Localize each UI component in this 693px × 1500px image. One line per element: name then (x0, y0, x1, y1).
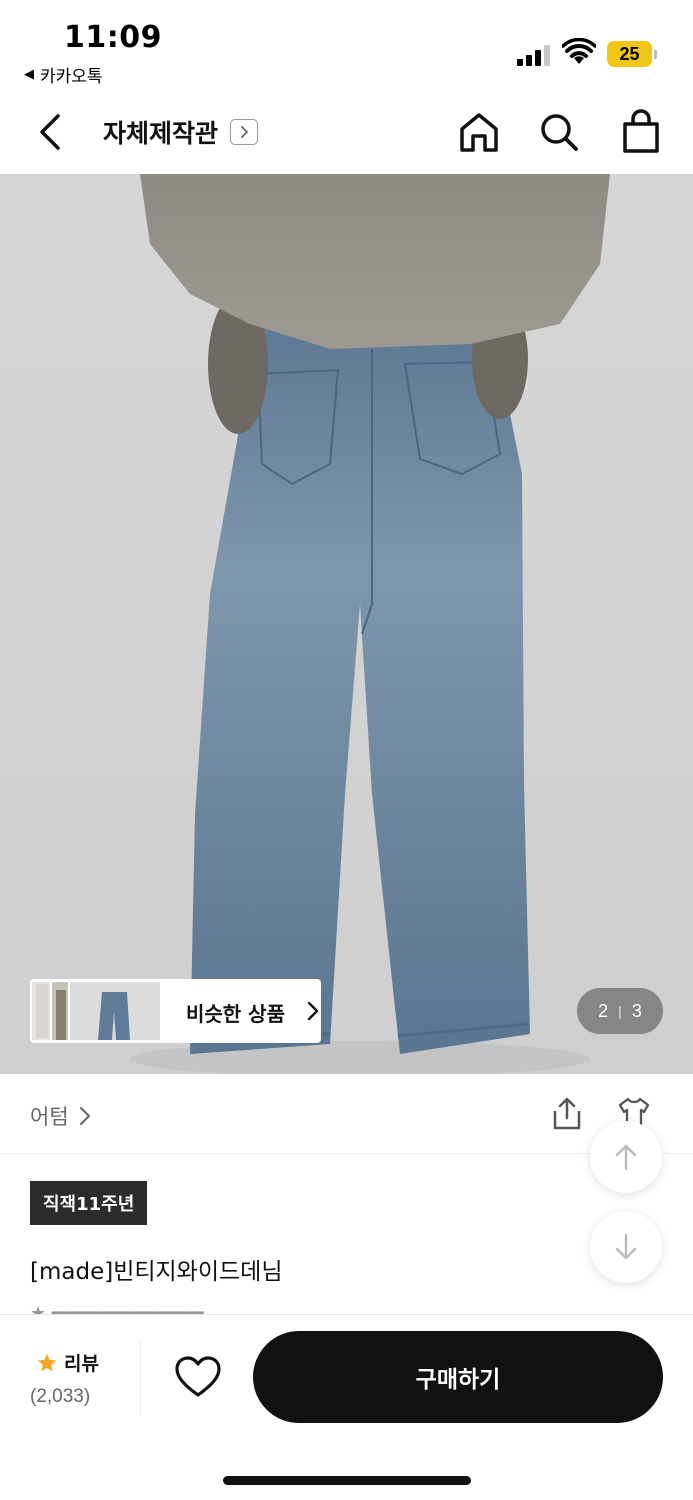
brand-link[interactable]: 어텀 (30, 1101, 91, 1131)
bottom-action-bar: 리뷰 (2,033) 구매하기 (0, 1314, 693, 1500)
anniversary-badge: 직잭11주년 (30, 1181, 148, 1225)
similar-products-label: 비슷한 상품 (186, 1002, 285, 1026)
wifi-icon (562, 38, 596, 64)
brand-row: 어텀 (0, 1074, 693, 1154)
divider (140, 1341, 141, 1415)
page-separator: | (618, 1003, 622, 1019)
similar-products-button[interactable]: 비슷한 상품 (30, 979, 321, 1043)
arrow-up-icon (615, 1144, 637, 1171)
image-page-counter: 2 | 3 (577, 988, 663, 1034)
search-icon[interactable] (538, 110, 580, 154)
home-icon[interactable] (458, 110, 500, 154)
top-nav-bar: 자체제작관 (0, 92, 693, 174)
status-time: 11:09 (64, 20, 162, 55)
back-to-app-link[interactable]: ◀ 카카오톡 (24, 62, 103, 87)
back-triangle-icon: ◀ (24, 67, 34, 82)
scroll-to-bottom-button[interactable] (590, 1211, 662, 1283)
brand-name: 어텀 (30, 1105, 69, 1129)
share-icon[interactable] (549, 1096, 585, 1132)
similar-products-thumbnails (32, 982, 160, 1040)
product-image[interactable]: 비슷한 상품 2 | 3 (0, 174, 693, 1074)
arrow-down-icon (615, 1233, 637, 1260)
shopping-bag-icon[interactable] (620, 109, 662, 155)
chevron-right-icon (79, 1107, 90, 1125)
buy-button[interactable]: 구매하기 (253, 1331, 663, 1423)
scroll-to-top-button[interactable] (590, 1121, 662, 1193)
product-photo-jeans (130, 174, 610, 1074)
chevron-right-icon (307, 1001, 319, 1021)
store-title: 자체제작관 (103, 119, 219, 148)
review-label: 리뷰 (64, 1353, 99, 1375)
cellular-signal-icon (517, 44, 550, 66)
review-button[interactable]: 리뷰 (2,033) (30, 1349, 120, 1408)
back-app-label: 카카오톡 (40, 67, 103, 87)
product-name: [made]빈티지와이드데님 (30, 1259, 283, 1285)
star-icon (37, 1353, 57, 1371)
page-current: 2 (598, 1000, 609, 1021)
store-title-link[interactable]: 자체제작관 (103, 114, 259, 150)
battery-level: 25 (607, 41, 653, 67)
home-indicator[interactable] (223, 1476, 471, 1485)
chevron-right-icon (230, 119, 259, 145)
battery-icon: 25 (607, 40, 657, 68)
review-count: (2,033) (30, 1386, 91, 1407)
heart-icon[interactable] (174, 1355, 222, 1399)
page-total: 3 (631, 1000, 642, 1021)
back-icon[interactable] (30, 110, 74, 154)
status-bar: 11:09 ◀ 카카오톡 25 (0, 0, 693, 92)
